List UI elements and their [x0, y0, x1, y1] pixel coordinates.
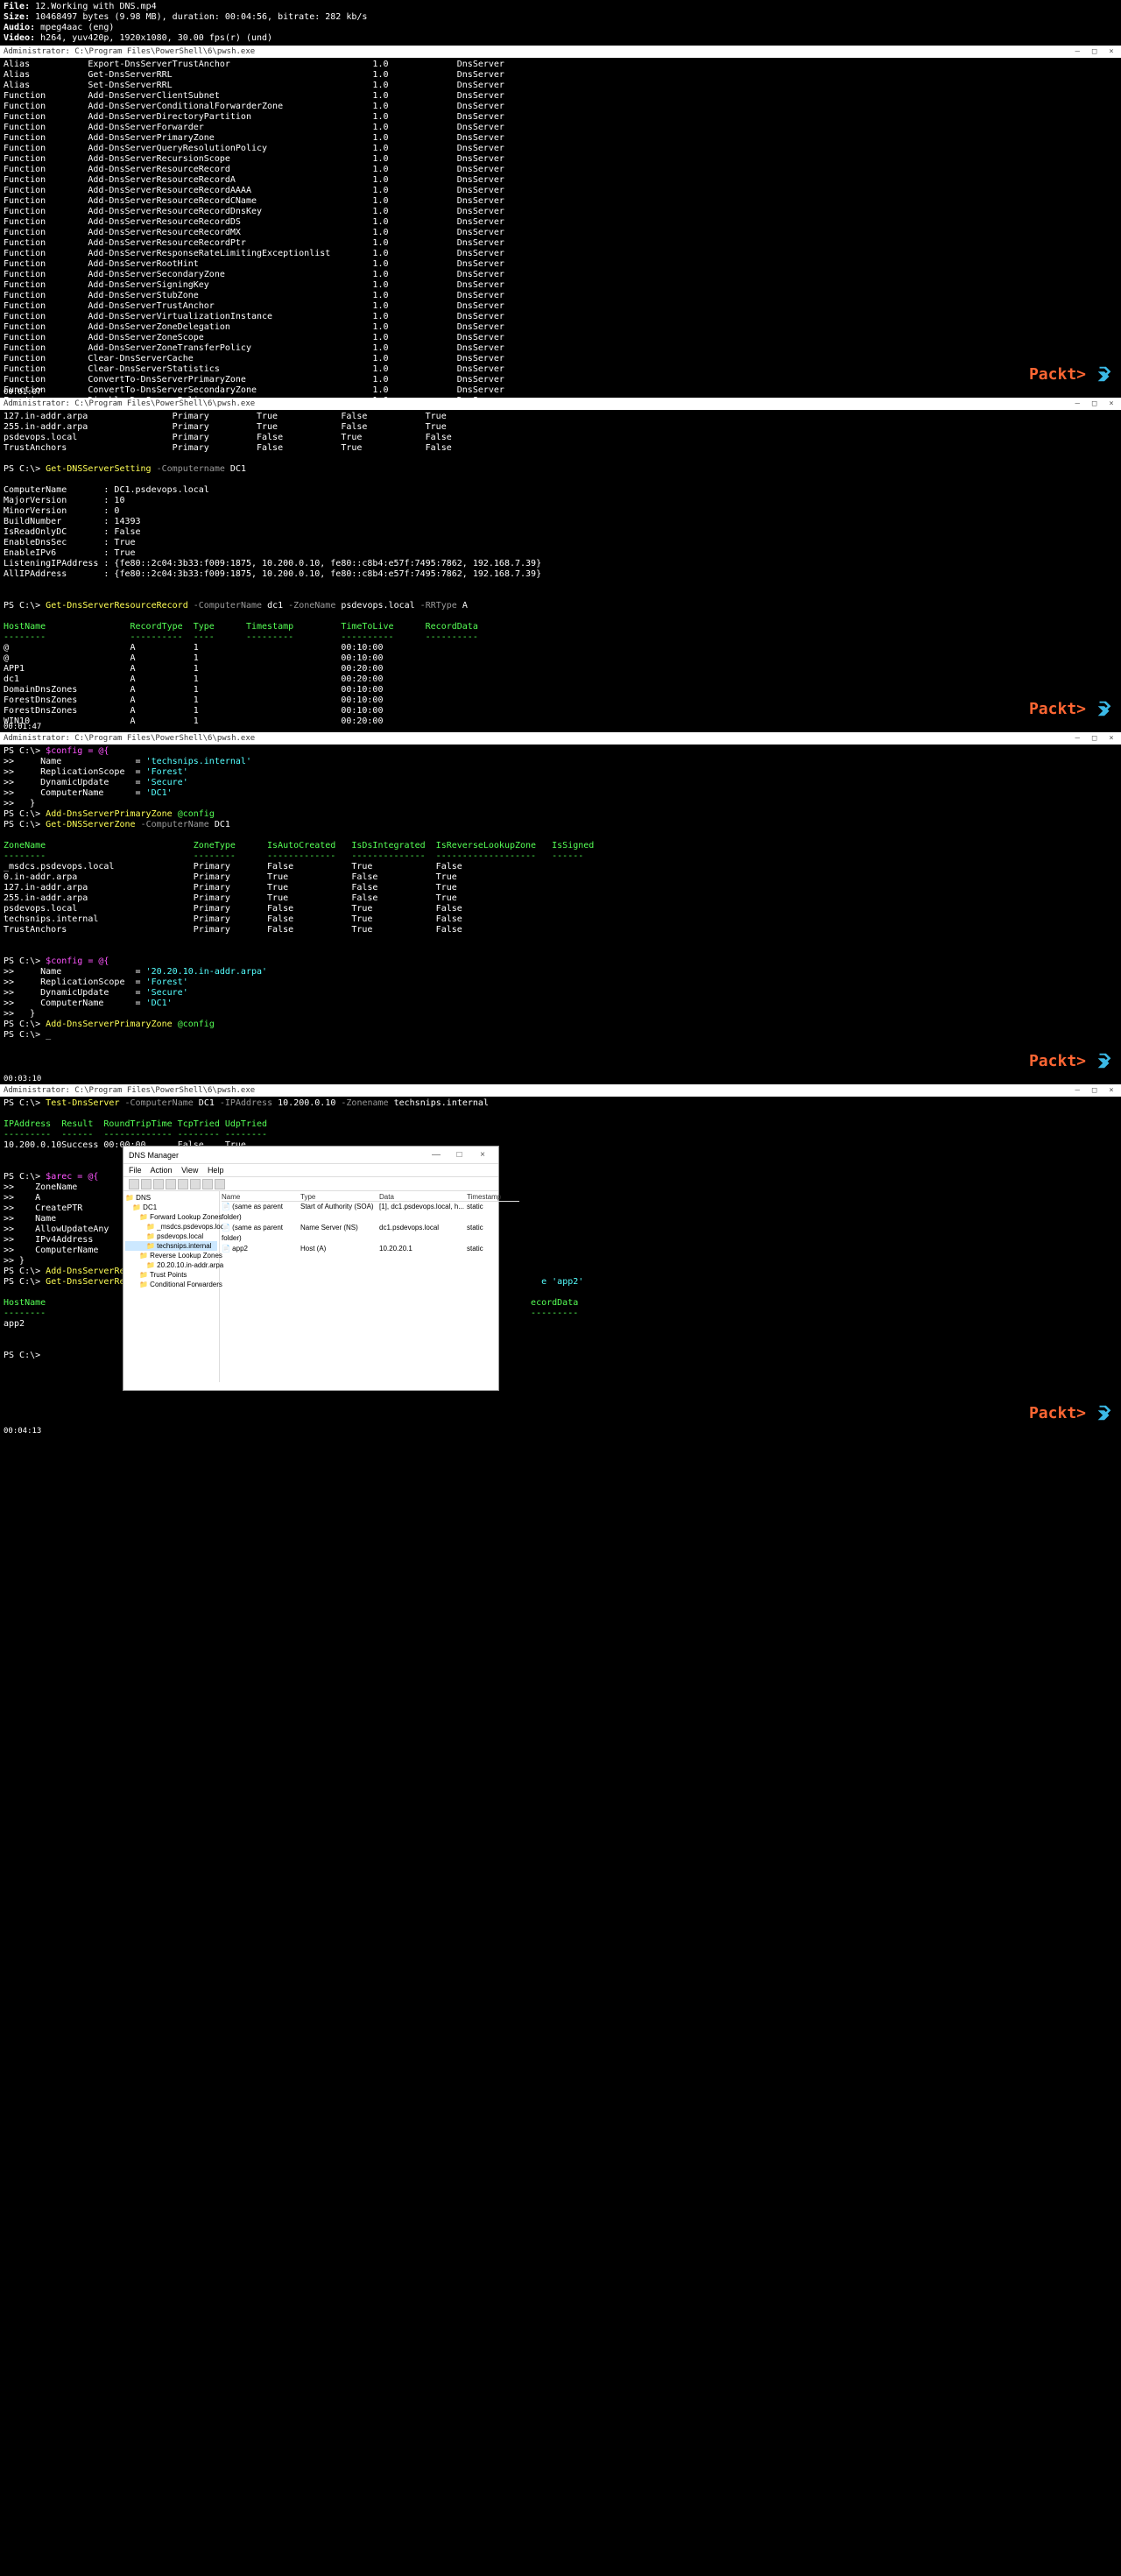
list-item[interactable]: 📄 (same as parent folder)Start of Author…: [222, 1202, 519, 1223]
close-button[interactable]: ×: [1105, 734, 1117, 743]
toolbar-icon[interactable]: [215, 1179, 225, 1189]
dns-manager-window[interactable]: DNS Manager — □ × File Action View Help …: [123, 1146, 499, 1391]
dns-window-title: DNS Manager: [129, 1151, 179, 1160]
command-output[interactable]: 127.in-addr.arpa Primary True False True…: [0, 410, 1121, 750]
maximize-button[interactable]: □: [1089, 47, 1101, 56]
dns-toolbar[interactable]: [123, 1177, 498, 1191]
file-info-header: File: 12.Working with DNS.mp4 Size: 1046…: [0, 0, 1121, 46]
techsnips-icon: [1095, 364, 1114, 384]
command-output[interactable]: PS C:\> $config = @{ >> Name = 'techsnip…: [0, 745, 1121, 1042]
terminal-titlebar[interactable]: Administrator: C:\Program Files\PowerShe…: [0, 732, 1121, 745]
maximize-button[interactable]: □: [1089, 734, 1101, 743]
tree-node[interactable]: 📁 Conditional Forwarders: [125, 1280, 217, 1289]
tree-node[interactable]: 📁 techsnips.internal: [125, 1241, 217, 1251]
minimize-button[interactable]: —: [1071, 1086, 1083, 1095]
menu-file[interactable]: File: [129, 1166, 142, 1175]
timestamp-3: 00:03:10: [0, 1074, 1121, 1084]
tree-node[interactable]: 📁 Reverse Lookup Zones: [125, 1251, 217, 1260]
tree-node[interactable]: 📁 Forward Lookup Zones: [125, 1212, 217, 1222]
tree-node[interactable]: 📁 psdevops.local: [125, 1232, 217, 1241]
maximize-button[interactable]: □: [448, 1150, 469, 1160]
terminal-section-1: Administrator: C:\Program Files\PowerShe…: [0, 46, 1121, 387]
minimize-button[interactable]: —: [1071, 734, 1083, 743]
tree-node[interactable]: 📁 _msdcs.psdevops.loc: [125, 1222, 217, 1232]
list-item[interactable]: 📄 (same as parent folder)Name Server (NS…: [222, 1223, 519, 1244]
tree-node[interactable]: 📁 20.20.10.in-addr.arpa: [125, 1260, 217, 1270]
maximize-button[interactable]: □: [1089, 1086, 1101, 1095]
packt-logo: Packt>: [1029, 365, 1086, 384]
close-button[interactable]: ×: [1105, 47, 1117, 56]
toolbar-icon[interactable]: [190, 1179, 201, 1189]
dns-list-view[interactable]: NameTypeDataTimestamp📄 (same as parent f…: [220, 1191, 521, 1382]
tree-node[interactable]: 📁 DNS: [125, 1193, 217, 1203]
techsnips-icon: [1095, 1051, 1114, 1070]
menu-help[interactable]: Help: [208, 1166, 224, 1175]
command-output[interactable]: Alias Export-DnsServerTrustAnchor 1.0 Dn…: [0, 58, 1121, 450]
menu-action[interactable]: Action: [151, 1166, 173, 1175]
toolbar-icon[interactable]: [166, 1179, 176, 1189]
toolbar-icon[interactable]: [202, 1179, 213, 1189]
tree-node[interactable]: 📁 DC1: [125, 1203, 217, 1212]
techsnips-icon: [1095, 1403, 1114, 1422]
terminal-section-3: Administrator: C:\Program Files\PowerShe…: [0, 732, 1121, 1074]
close-button[interactable]: ×: [1105, 399, 1117, 408]
list-item[interactable]: 📄 app2Host (A)10.20.20.1static: [222, 1244, 519, 1254]
toolbar-icon[interactable]: [129, 1179, 139, 1189]
dns-tree-view[interactable]: 📁 DNS📁 DC1📁 Forward Lookup Zones📁 _msdcs…: [123, 1191, 220, 1382]
packt-logo: Packt>: [1029, 1052, 1086, 1070]
dns-titlebar[interactable]: DNS Manager — □ ×: [123, 1147, 498, 1164]
close-button[interactable]: ×: [1105, 1086, 1117, 1095]
terminal-section-4: Administrator: C:\Program Files\PowerShe…: [0, 1084, 1121, 1426]
minimize-button[interactable]: —: [1071, 47, 1083, 56]
close-button[interactable]: ×: [472, 1150, 493, 1160]
toolbar-icon[interactable]: [178, 1179, 188, 1189]
packt-logo: Packt>: [1029, 700, 1086, 718]
dns-menu-bar[interactable]: File Action View Help: [123, 1164, 498, 1177]
toolbar-icon[interactable]: [153, 1179, 164, 1189]
terminal-section-2: Administrator: C:\Program Files\PowerShe…: [0, 398, 1121, 722]
terminal-titlebar[interactable]: Administrator: C:\Program Files\PowerShe…: [0, 1084, 1121, 1097]
minimize-button[interactable]: —: [1071, 399, 1083, 408]
menu-view[interactable]: View: [181, 1166, 198, 1175]
timestamp-4: 00:04:13: [0, 1426, 1121, 1436]
maximize-button[interactable]: □: [1089, 399, 1101, 408]
minimize-button[interactable]: —: [426, 1150, 447, 1160]
terminal-titlebar[interactable]: Administrator: C:\Program Files\PowerShe…: [0, 398, 1121, 410]
terminal-titlebar[interactable]: Administrator: C:\Program Files\PowerShe…: [0, 46, 1121, 58]
packt-logo: Packt>: [1029, 1404, 1086, 1422]
tree-node[interactable]: 📁 Trust Points: [125, 1270, 217, 1280]
toolbar-icon[interactable]: [141, 1179, 152, 1189]
techsnips-icon: [1095, 699, 1114, 718]
